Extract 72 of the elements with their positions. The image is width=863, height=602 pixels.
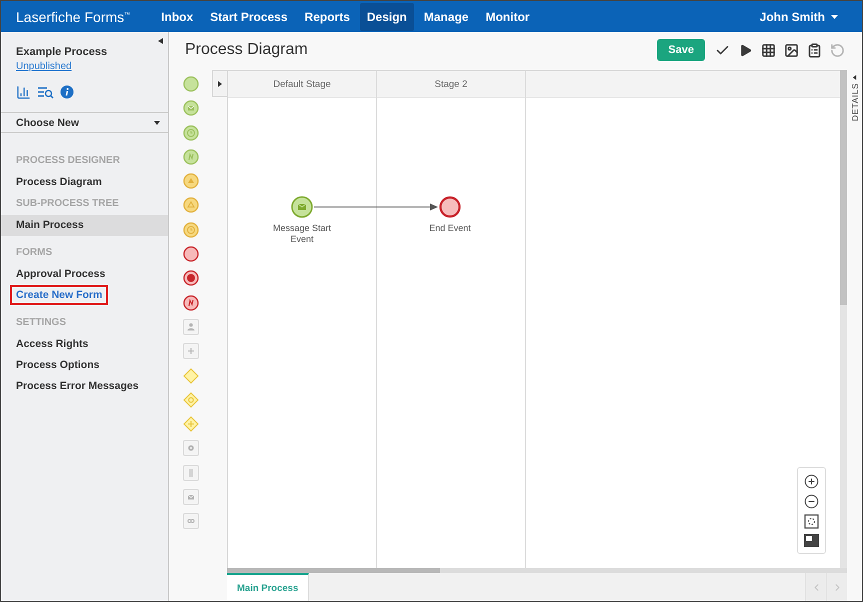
error-end-icon[interactable] [182,294,198,311]
nav-link[interactable]: Start Process [203,2,295,30]
status-link[interactable]: Unpublished [16,61,72,72]
start-event-icon[interactable] [182,76,198,92]
node-label: Message Start Event [272,223,332,246]
section-heading: SUB-PROCESS TREE [15,197,120,211]
nav-link[interactable]: Manage [416,2,476,30]
scroll-right-button[interactable] [826,573,847,601]
end-event-icon[interactable] [182,246,198,262]
nav-link[interactable]: Inbox [154,2,200,30]
link-task-icon[interactable] [182,513,198,530]
signal-start-icon[interactable] [182,148,198,165]
sidebar-item[interactable]: Process Options [1,355,168,376]
expand-icon [217,80,223,86]
caret-icon [154,120,160,124]
expand-button[interactable] [212,70,227,97]
nav-link[interactable]: Reports [298,2,357,30]
sequence-flow-arrow[interactable] [314,204,438,210]
info-icon[interactable] [60,85,74,99]
end-event-icon[interactable] [439,196,461,218]
timer-event-icon[interactable] [182,222,198,238]
gateway-icon[interactable] [182,368,198,384]
sidebar-item[interactable]: Main Process [1,215,168,236]
section-heading: FORMS [15,246,54,260]
app-logo[interactable]: Laserfiche Forms$^{™}$ [16,8,130,24]
save-button[interactable]: Save [657,39,705,61]
sidebar-item[interactable]: Approval Process [1,264,168,285]
section-heading: PROCESS DESIGNER [15,154,121,168]
chart-icon[interactable] [16,85,31,100]
collapse-icon[interactable] [158,38,163,44]
message-start-event-icon[interactable] [291,196,313,218]
nav-link[interactable]: Monitor [478,2,537,30]
user-menu[interactable]: John Smith [754,8,844,24]
terminate-end-icon[interactable] [182,270,198,286]
choose-new-dropdown[interactable]: Choose New [1,112,168,133]
user-task-icon[interactable] [182,318,198,335]
scroll-left-button[interactable] [805,573,826,601]
horizontal-scrollbar[interactable] [227,568,847,573]
escalation-outline-icon[interactable] [182,197,198,214]
zoom-out-button[interactable] [804,494,819,509]
stage-header[interactable]: Stage 2 [377,71,525,98]
expand-icon [852,75,857,80]
sidebar-item[interactable]: Process Error Messages [1,376,168,397]
email-task-icon[interactable] [182,489,198,506]
zoom-in-button[interactable] [804,474,819,489]
grid-icon [761,42,776,58]
subprocess-icon[interactable] [182,343,198,360]
escalation-event-icon[interactable] [182,173,198,190]
image-icon [784,42,799,58]
inclusive-gateway-icon[interactable] [182,392,198,408]
process-name: Example Process [16,46,108,58]
section-heading: SETTINGS [15,316,68,330]
page-title: Process Diagram [185,41,308,59]
fit-button[interactable] [804,514,819,529]
vertical-scrollbar[interactable] [840,70,847,568]
service-task-icon[interactable] [182,440,198,456]
message-start-icon[interactable] [182,100,198,116]
nav-link[interactable]: Design [360,2,414,30]
sidebar-item[interactable]: Access Rights [1,334,168,355]
caret-icon [831,14,838,18]
process-tab[interactable]: Main Process [227,573,310,601]
stage-header[interactable]: Default Stage [228,71,376,98]
script-task-icon[interactable] [182,464,198,481]
clipboard-icon [807,42,822,58]
sidebar-item[interactable]: Process Diagram [1,172,168,193]
play-icon [738,42,753,58]
undo-icon [830,42,845,58]
parallel-gateway-icon[interactable] [182,416,198,432]
timer-start-icon[interactable] [182,124,198,141]
minimap-button[interactable] [804,534,819,547]
node-label: End Event [428,223,472,234]
search-list-icon[interactable] [37,85,54,99]
